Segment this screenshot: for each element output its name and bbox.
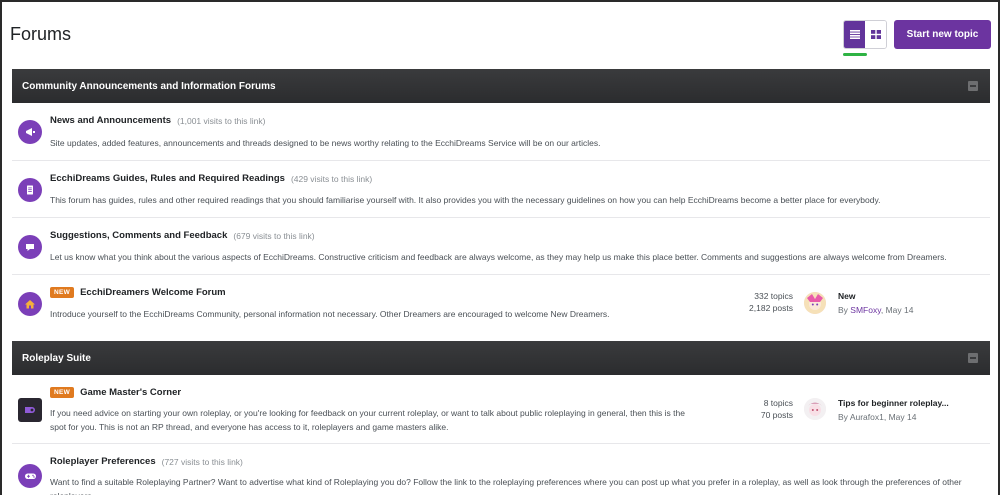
forums-page: Forums Start new topic Community Announc…	[0, 0, 1000, 495]
last-post-date: , May 14	[880, 305, 914, 315]
forum-title-link[interactable]: Suggestions, Comments and Feedback	[50, 230, 227, 241]
forum-description: Introduce yourself to the EcchiDreams Co…	[50, 309, 610, 319]
topics-count: 332 topics	[754, 291, 793, 301]
posts-count: 2,182 posts	[749, 303, 793, 313]
last-post-author[interactable]: SMFoxy	[850, 305, 881, 315]
forum-stats: 332 topics 2,182 posts	[712, 290, 793, 314]
collapse-icon[interactable]	[968, 353, 978, 363]
gamepad-icon	[18, 464, 42, 488]
forum-row-game-master[interactable]: NEW Game Master's Corner If you need adv…	[12, 375, 990, 444]
topics-count: 8 topics	[763, 398, 793, 408]
last-post-meta: By SMFoxy, May 14	[838, 305, 913, 315]
avatar[interactable]	[804, 398, 826, 420]
forum-stats: 8 topics 70 posts	[712, 397, 793, 421]
forum-title-link[interactable]: News and Announcements	[50, 115, 171, 126]
last-post-date: , May 14	[883, 412, 917, 422]
forum-title-link[interactable]: EcchiDreams Guides, Rules and Required R…	[50, 173, 285, 184]
category-title: Community Announcements and Information …	[22, 80, 276, 92]
page-title: Forums	[10, 24, 72, 44]
avatar[interactable]	[804, 292, 826, 314]
forum-title-link[interactable]: EcchiDreamers Welcome Forum	[80, 287, 226, 298]
visits-count: (679 visits to this link)	[233, 230, 315, 241]
visits-count: (1,001 visits to this link)	[177, 115, 266, 126]
by-label: By	[838, 412, 848, 422]
last-post-title[interactable]: Tips for beginner roleplay...	[838, 398, 949, 408]
list-view-button[interactable]	[844, 21, 865, 48]
grid-view-button[interactable]	[865, 21, 886, 48]
forum-description: Want to find a suitable Roleplaying Part…	[50, 477, 962, 495]
forum-description: Let us know what you think about the var…	[50, 252, 947, 262]
forum-row-news[interactable]: News and Announcements (1,001 visits to …	[12, 103, 990, 161]
view-toggle	[843, 20, 887, 49]
category-title: Roleplay Suite	[22, 352, 91, 364]
forum-title-link[interactable]: Roleplayer Preferences	[50, 456, 156, 467]
list-view-icon	[849, 30, 860, 39]
active-view-indicator	[843, 53, 867, 56]
start-new-topic-button[interactable]: Start new topic	[894, 20, 991, 49]
comment-icon	[18, 235, 42, 259]
last-post: New By SMFoxy, May 14	[804, 289, 984, 319]
by-label: By	[838, 305, 848, 315]
page-header: Forums Start new topic	[2, 2, 998, 64]
last-post-meta: By Aurafox1, May 14	[838, 412, 916, 422]
last-post-author[interactable]: Aurafox1	[850, 412, 884, 422]
visits-count: (727 visits to this link)	[161, 456, 243, 467]
forum-row-welcome[interactable]: NEW EcchiDreamers Welcome Forum Introduc…	[12, 275, 990, 335]
forum-row-suggestions[interactable]: Suggestions, Comments and Feedback (679 …	[12, 218, 990, 275]
last-post: Tips for beginner roleplay... By Aurafox…	[804, 396, 984, 426]
forum-row-guides[interactable]: EcchiDreams Guides, Rules and Required R…	[12, 161, 990, 218]
megaphone-icon	[18, 120, 42, 144]
forum-description: This forum has guides, rules and other r…	[50, 195, 881, 205]
category-header-community[interactable]: Community Announcements and Information …	[12, 69, 990, 103]
visits-count: (429 visits to this link)	[290, 173, 373, 184]
forum-title-link[interactable]: Game Master's Corner	[80, 387, 181, 398]
forum-row-preferences[interactable]: Roleplayer Preferences (727 visits to th…	[12, 444, 990, 495]
grid-view-icon	[870, 30, 881, 39]
new-badge: NEW	[50, 387, 75, 398]
category-header-roleplay[interactable]: Roleplay Suite	[12, 341, 990, 375]
forum-description: If you need advice on starting your own …	[50, 408, 685, 432]
game-master-icon	[18, 398, 42, 422]
new-badge: NEW	[50, 287, 75, 298]
document-icon	[18, 178, 42, 202]
last-post-title[interactable]: New	[838, 291, 855, 301]
collapse-icon[interactable]	[968, 81, 978, 91]
posts-count: 70 posts	[760, 410, 793, 420]
forum-description: Site updates, added features, announceme…	[50, 138, 601, 148]
home-icon	[18, 292, 42, 316]
